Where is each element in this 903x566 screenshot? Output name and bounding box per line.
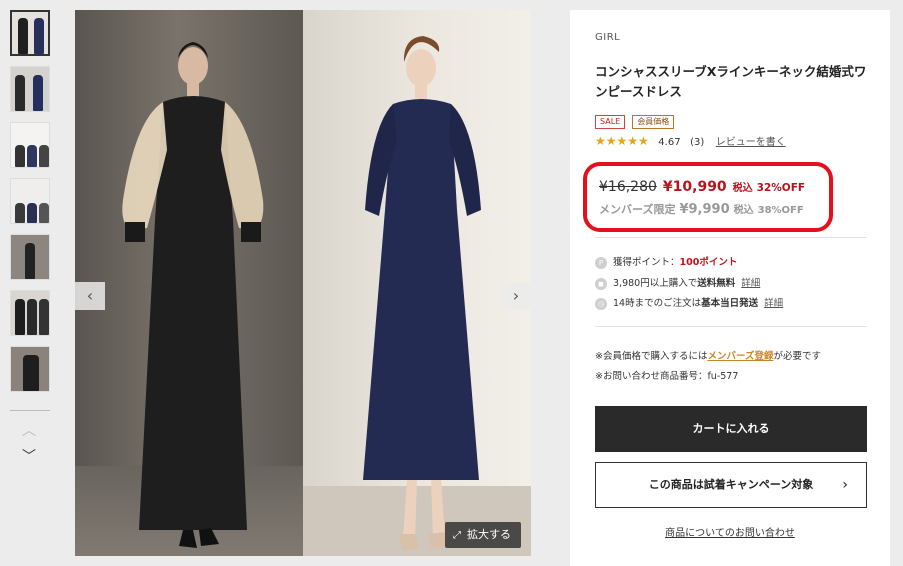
product-inquiry-link[interactable]: 商品についてのお問い合わせ (570, 524, 890, 539)
member-registration-link[interactable]: メンバーズ登録 (707, 351, 773, 362)
free-shipping-text: 送料無料 (697, 278, 736, 289)
truck-icon: ◼ (595, 277, 607, 290)
member-note-suffix: が必要です (773, 351, 822, 362)
divider (595, 326, 867, 327)
member-price-label: メンバーズ限定 (599, 203, 676, 216)
rating-score: 4.67 (658, 137, 681, 148)
member-price-badge: 会員価格 (632, 115, 675, 129)
thumbnail-down-arrow-icon[interactable]: ﹀ (22, 446, 36, 466)
price-highlight-box: ¥16,280 ¥10,990 税込 32%OFF メンバーズ限定 ¥9,990 税込 38… (583, 162, 833, 232)
thumbnail-5[interactable] (10, 234, 50, 280)
member-note: ※会員価格で購入するにはメンバーズ登録が必要です (595, 348, 821, 362)
trial-campaign-button[interactable]: この商品は試着キャンペーン対象 › (595, 462, 867, 508)
member-tax-label: 税込 (733, 205, 754, 216)
gallery-prev-arrow[interactable]: ‹ (75, 282, 105, 310)
thumbnail-6[interactable] (10, 290, 50, 336)
points-row: P 獲得ポイント：100ポイント (595, 254, 737, 269)
same-day-shipping-text: 基本当日発送 (701, 298, 759, 309)
rating-row: ★★★★★ 4.67 (3) レビューを書く (595, 133, 786, 148)
member-price-row: メンバーズ限定 ¥9,990 税込 38%OFF (599, 198, 804, 217)
sale-badge: SALE (595, 115, 626, 129)
black-dress-model-figure (122, 42, 264, 548)
product-info-panel: GIRL コンシャススリーブXラインキーネック結婚式ワンピースドレス SALE … (570, 10, 890, 566)
campaign-label: この商品は試着キャンペーン対象 (648, 478, 814, 491)
divider (595, 237, 867, 238)
thumbnail-7[interactable] (10, 346, 50, 392)
black-dress-photo (75, 10, 303, 556)
brand-label[interactable]: GIRL (595, 32, 620, 43)
discount-rate: 32%OFF (756, 182, 806, 194)
original-price: ¥16,280 (599, 179, 657, 195)
thumbnail-up-arrow-icon[interactable]: ︿ (22, 420, 36, 440)
chevron-right-icon: › (842, 477, 848, 493)
expand-icon: ⤢ (453, 530, 461, 541)
same-day-shipping-row: ◷ 14時までのご注文は基本当日発送 詳細 (595, 295, 783, 310)
product-title: コンシャススリーブXラインキーネック結婚式ワンピースドレス (595, 64, 867, 99)
tax-label: 税込 (732, 183, 753, 194)
shipping-details-link[interactable]: 詳細 (741, 278, 760, 289)
rating-count[interactable]: (3) (690, 137, 704, 148)
points-label: 獲得ポイント： (613, 257, 680, 268)
thumbnail-2[interactable] (10, 66, 50, 112)
member-note-prefix: ※会員価格で購入するには (595, 351, 708, 362)
thumbnail-4[interactable] (10, 178, 50, 224)
thumbnail-3[interactable] (10, 122, 50, 168)
member-discount-rate: 38%OFF (757, 205, 804, 216)
thumbnail-1[interactable] (10, 10, 50, 56)
member-price: ¥9,990 (679, 202, 730, 217)
clock-icon: ◷ (595, 297, 607, 310)
sameday-text: 14時までのご注文は (613, 298, 702, 309)
gallery-next-arrow[interactable]: › (501, 282, 531, 310)
zoom-label: 拡大する (467, 528, 511, 541)
free-shipping-row: ◼ 3,980円以上購入で送料無料 詳細 (595, 275, 760, 290)
points-icon: P (595, 256, 607, 269)
navy-dress-photo (303, 10, 531, 556)
main-product-image[interactable]: ‹ › ⤢ 拡大する (75, 10, 531, 556)
write-review-link[interactable]: レビューを書く (716, 137, 786, 148)
zoom-button[interactable]: ⤢ 拡大する (445, 522, 521, 548)
item-number-note: ※お問い合わせ商品番号：fu-577 (595, 371, 739, 382)
badge-group: SALE 会員価格 (595, 109, 676, 129)
sale-price: ¥10,990 (662, 179, 727, 195)
sameday-details-link[interactable]: 詳細 (764, 298, 783, 309)
navy-dress-model-figure (363, 36, 481, 550)
rating-stars-icon: ★★★★★ (595, 134, 649, 148)
shipping-text: 3,980円以上購入で (613, 278, 698, 289)
add-to-cart-button[interactable]: カートに入れる (595, 406, 867, 452)
points-value: 100ポイント (679, 257, 738, 268)
sale-price-row: ¥16,280 ¥10,990 税込 32%OFF (599, 176, 805, 195)
thumbnail-divider (10, 410, 50, 411)
